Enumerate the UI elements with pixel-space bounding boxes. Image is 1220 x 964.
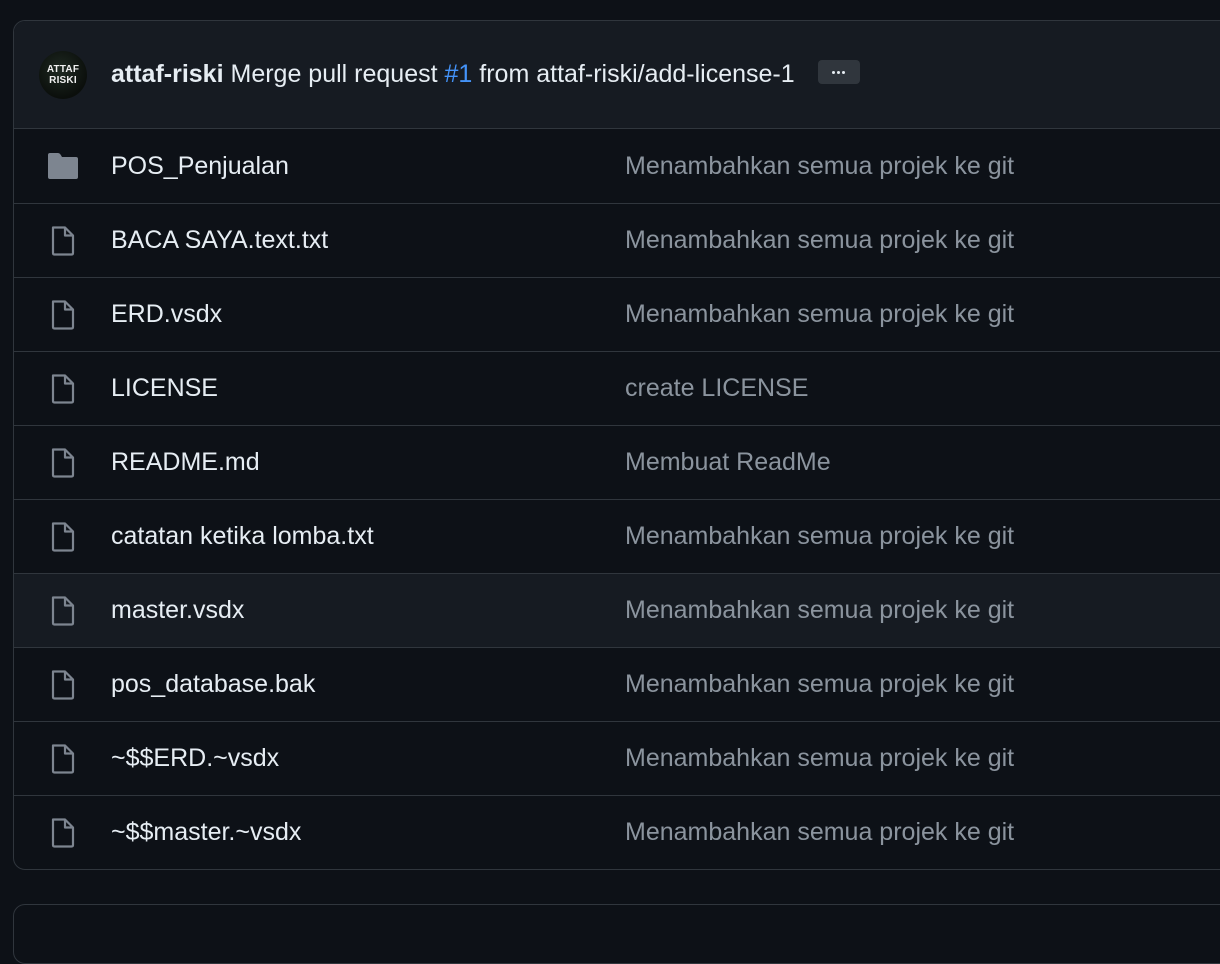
commit-message-link[interactable]: Menambahkan semua projek ke git [625,226,1014,255]
commit-summary: attaf-riski Merge pull request #1 from a… [111,60,860,89]
latest-commit-header: ATTAF RISKI attaf-riski Merge pull reque… [14,21,1220,129]
file-row[interactable]: README.md Membuat ReadMe [14,425,1220,499]
file-name-link[interactable]: README.md [111,448,260,477]
folder-icon [46,151,80,181]
commit-message-link[interactable]: Menambahkan semua projek ke git [625,522,1014,551]
commit-message-link[interactable]: create LICENSE [625,374,808,403]
file-name-link[interactable]: catatan ketika lomba.txt [111,522,374,551]
file-name-link[interactable]: ~$$ERD.~vsdx [111,744,279,773]
file-name-link[interactable]: BACA SAYA.text.txt [111,226,328,255]
file-row[interactable]: pos_database.bak Menambahkan semua projek… [14,647,1220,721]
file-icon [46,818,80,848]
file-browser-panel: ATTAF RISKI attaf-riski Merge pull reque… [13,20,1220,870]
file-name-link[interactable]: LICENSE [111,374,218,403]
file-row[interactable]: ~$$master.~vsdx Menambahkan semua projek … [14,795,1220,869]
commit-message-link[interactable]: Menambahkan semua projek ke git [625,152,1014,181]
file-icon [46,226,80,256]
file-row[interactable]: POS_Penjualan Menambahkan semua projek ke… [14,129,1220,203]
file-icon [46,670,80,700]
file-icon [46,448,80,478]
file-name-link[interactable]: master.vsdx [111,596,244,625]
commit-message-link[interactable]: Menambahkan semua projek ke git [625,818,1014,847]
file-row[interactable]: ~$$ERD.~vsdx Menambahkan semua projek ke … [14,721,1220,795]
commit-message-link[interactable]: Menambahkan semua projek ke git [625,744,1014,773]
file-name-link[interactable]: pos_database.bak [111,670,315,699]
avatar-text-line2: RISKI [49,74,77,86]
file-icon [46,522,80,552]
commit-message-prefix[interactable]: Merge pull request [231,60,438,88]
file-name-link[interactable]: POS_Penjualan [111,152,289,181]
file-row[interactable]: ERD.vsdx Menambahkan semua projek ke git [14,277,1220,351]
file-icon [46,374,80,404]
avatar-text-line1: ATTAF [46,63,80,75]
file-name-link[interactable]: ~$$master.~vsdx [111,818,301,847]
commit-message-link[interactable]: Menambahkan semua projek ke git [625,670,1014,699]
file-list: POS_Penjualan Menambahkan semua projek ke… [14,129,1220,869]
commit-message-link[interactable]: Menambahkan semua projek ke git [625,300,1014,329]
file-row[interactable]: master.vsdx Menambahkan semua projek ke g… [14,573,1220,647]
expand-commit-message-button[interactable] [817,60,860,85]
commit-message-link[interactable]: Menambahkan semua projek ke git [625,596,1014,625]
file-icon [46,596,80,626]
commit-message-suffix[interactable]: from attaf-riski/add-license-1 [479,60,794,88]
file-row[interactable]: catatan ketika lomba.txt Menambahkan semu… [14,499,1220,573]
file-icon [46,300,80,330]
readme-panel-edge [13,904,1220,964]
file-row[interactable]: BACA SAYA.text.txt Menambahkan semua proj… [14,203,1220,277]
commit-author-link[interactable]: attaf-riski [111,60,224,88]
file-name-link[interactable]: ERD.vsdx [111,300,222,329]
pull-request-link[interactable]: #1 [445,60,473,88]
file-row[interactable]: LICENSE create LICENSE [14,351,1220,425]
commit-message-link[interactable]: Membuat ReadMe [625,448,831,477]
file-icon [46,744,80,774]
author-avatar[interactable]: ATTAF RISKI [39,50,87,99]
